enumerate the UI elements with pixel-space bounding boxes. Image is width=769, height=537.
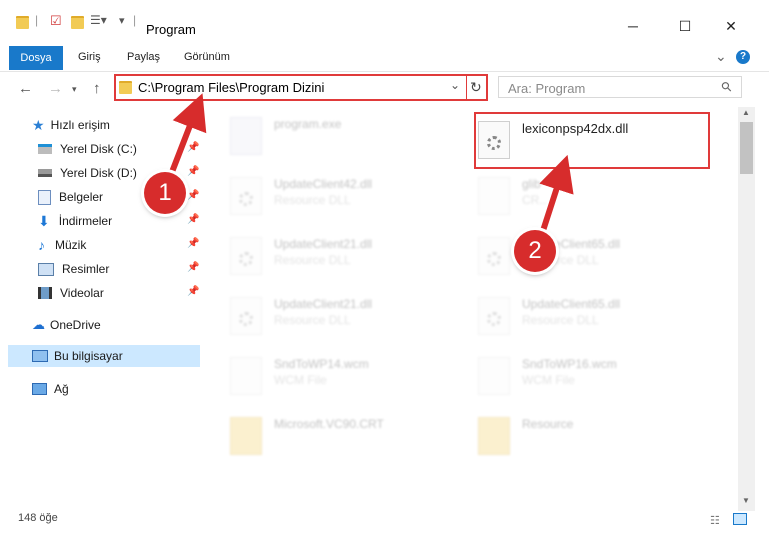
annotation-arrows — [167, 93, 574, 245]
arrow-step-1 — [169, 93, 207, 175]
step-1-badge: 1 — [144, 172, 186, 214]
step-2-badge: 2 — [514, 230, 556, 272]
arrow-step-2 — [537, 154, 574, 243]
